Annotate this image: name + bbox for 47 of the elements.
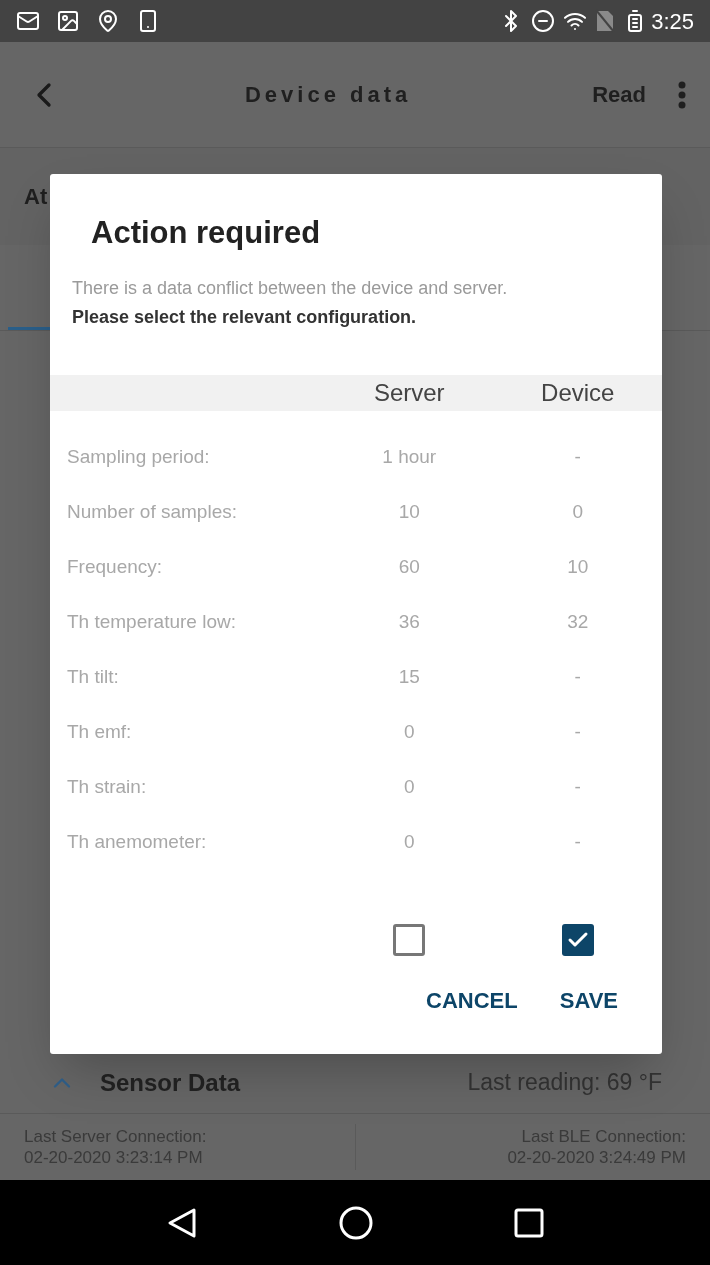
dialog-title: Action required [91,214,322,252]
device-value: - [573,719,582,744]
dialog-message: There is a data conflict between the device and server. [72,276,509,300]
device-value: 0 [571,499,585,524]
setting-label: Sampling period: [66,444,211,469]
server-value: 60 [397,554,421,579]
sensor-data-title: Sensor Data [100,1067,241,1098]
server-value: 0 [402,774,416,799]
do-not-disturb-icon [531,9,556,33]
clock-time: 3:25 [651,7,694,36]
dialog-instruction: Please select the relevant configuration. [72,305,418,329]
recents-square-icon[interactable] [513,1207,544,1238]
server-value: 10 [397,499,421,524]
more-menu-button[interactable] [678,80,686,109]
server-value: 0 [402,829,416,854]
device-value: - [573,774,582,799]
more-vertical-icon [678,80,686,109]
setting-label: Th anemometer: [66,829,208,854]
dialog-button[interactable]: CANCEL [416,977,528,1023]
no-sim-icon [595,9,616,33]
checkbox[interactable] [561,923,594,956]
server-value: 1 hour [381,444,438,469]
setting-label: Th tilt: [66,664,120,689]
column-header: Device [540,377,616,408]
setting-label: Number of samples: [66,499,238,524]
device-value: - [573,444,582,469]
server-value: 36 [397,609,421,634]
device-value: - [573,664,582,689]
dialog-button[interactable]: SAVE [549,977,628,1023]
device-value: 32 [566,609,590,634]
column-header: Server [372,377,446,408]
device-value: - [573,829,582,854]
setting-label: Th emf: [66,719,133,744]
setting-label: Th temperature low: [66,609,237,634]
home-circle-icon[interactable] [339,1205,373,1240]
checkbox[interactable] [393,923,426,956]
location-pin-icon [96,9,120,33]
mail-icon [16,9,40,33]
setting-label: Frequency: [66,554,164,579]
device-value: 10 [566,554,590,579]
back-triangle-icon[interactable] [166,1206,199,1239]
setting-label: Th strain: [66,774,148,799]
screen-title: Device data [243,81,413,109]
image-icon [56,9,80,33]
server-value: 15 [397,664,421,689]
server-value: 0 [402,719,416,744]
section-title: At [24,183,48,211]
